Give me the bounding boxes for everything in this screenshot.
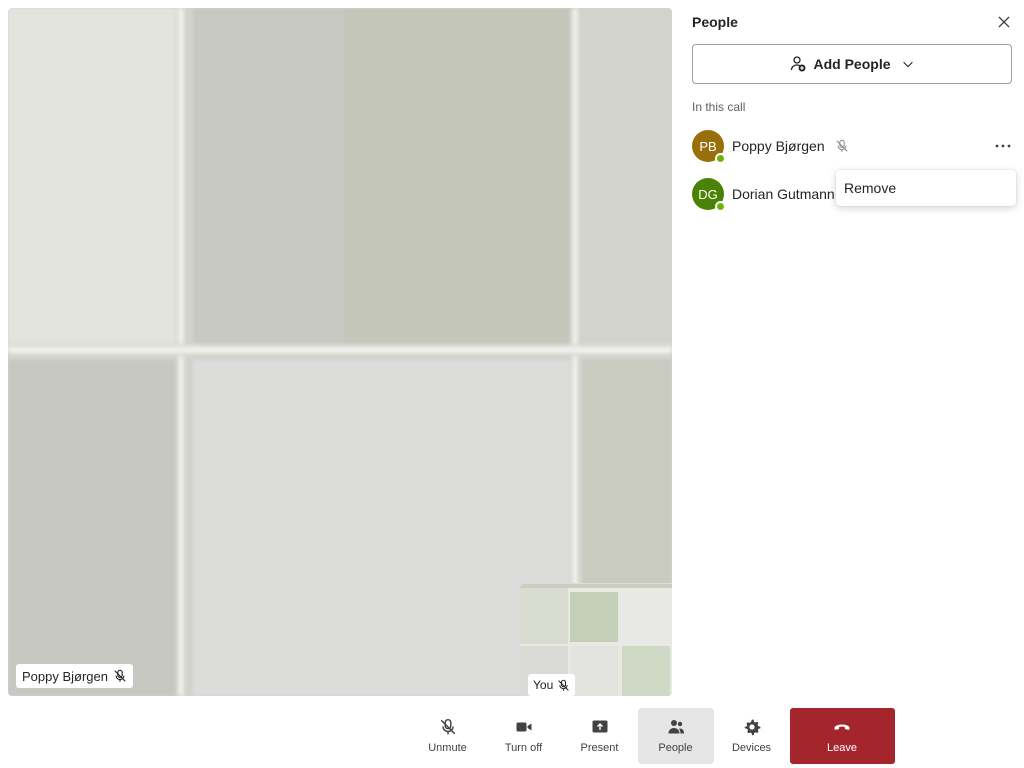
self-view-label: You (528, 674, 576, 696)
chevron-down-icon (902, 61, 913, 68)
participant-name: Poppy Bjørgen (22, 668, 108, 684)
add-person-icon (791, 56, 806, 72)
people-label: People (658, 742, 693, 754)
unmute-label: Unmute (428, 742, 467, 754)
self-view[interactable]: You (520, 584, 672, 696)
call-toolbar: Unmute Turn off Present People Devices L… (0, 704, 1024, 768)
people-panel: People Add People In this call PB Poppy … (680, 0, 1024, 704)
presence-indicator (715, 153, 726, 164)
avatar-initials: PB (699, 138, 717, 154)
camera-button[interactable]: Turn off (486, 708, 562, 764)
avatar: PB (692, 130, 726, 164)
avatar-initials: DG (698, 186, 718, 202)
mic-off-icon (558, 679, 569, 691)
participant-name-tag: Poppy Bjørgen (16, 664, 133, 688)
add-people-button[interactable]: Add People (692, 44, 1012, 84)
leave-button[interactable]: Leave (789, 708, 895, 764)
camera-icon (516, 722, 531, 732)
hang-up-icon (834, 724, 850, 730)
avatar: DG (692, 178, 726, 212)
presence-indicator (715, 201, 726, 212)
main-video-tile[interactable]: Poppy Bjørgen You (8, 8, 672, 696)
unmute-button[interactable]: Unmute (410, 708, 486, 764)
panel-title: People (692, 14, 738, 30)
add-people-label: Add People (813, 56, 891, 72)
devices-button[interactable]: Devices (714, 708, 790, 764)
present-button[interactable]: Present (562, 708, 638, 764)
present-label: Present (580, 742, 619, 754)
present-icon (592, 720, 607, 733)
leave-label: Leave (827, 742, 857, 754)
more-icon[interactable] (994, 138, 1012, 154)
turn-off-label: Turn off (504, 742, 543, 754)
gear-icon (744, 719, 760, 736)
remove-label: Remove (844, 180, 897, 196)
remove-menu-item[interactable]: Remove (836, 170, 1016, 206)
mic-off-icon (114, 669, 126, 682)
participant-name: Poppy Bjørgen (732, 138, 825, 154)
participant-row[interactable]: PB Poppy Bjørgen (692, 126, 1012, 166)
mic-off-icon (835, 139, 848, 152)
you-label: You (533, 678, 554, 692)
devices-label: Devices (731, 742, 772, 754)
close-icon[interactable] (996, 14, 1012, 30)
people-icon (668, 720, 684, 734)
section-label: In this call (692, 100, 746, 114)
people-button[interactable]: People (637, 708, 714, 764)
participant-name: Dorian Gutmann (732, 186, 835, 202)
mic-off-icon (440, 718, 455, 735)
